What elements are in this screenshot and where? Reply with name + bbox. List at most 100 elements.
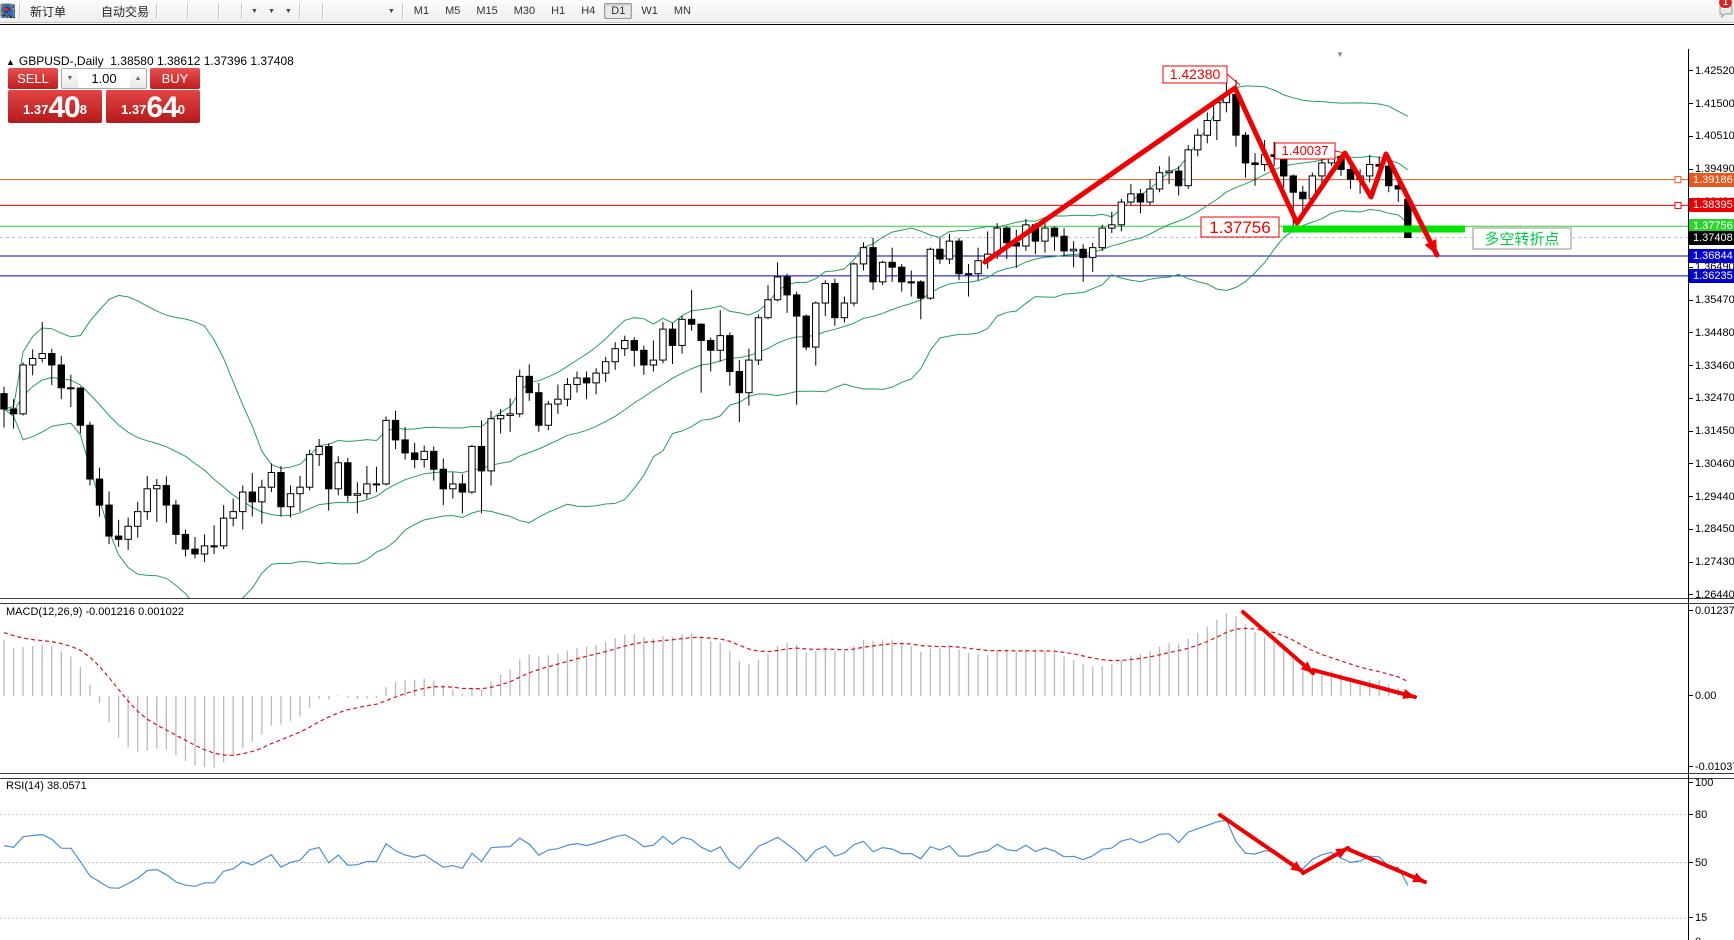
rsi-tick-0: 0 [1689, 936, 1701, 940]
toolbar-separator [299, 3, 300, 19]
mt4-window: { "toolbar": { "items": [ {"n":"chart-wi… [0, 0, 1734, 940]
notifications-icon[interactable]: 1 [1718, 1, 1726, 21]
profiles-icon[interactable] [78, 1, 86, 21]
price-tick-1.40510: 1.40510 [1689, 130, 1734, 143]
cursor-button[interactable] [303, 1, 311, 21]
timeframe-d1-button[interactable]: D1 [604, 3, 632, 19]
price-tag-1.37408: 1.37408 [1689, 231, 1734, 245]
rsi-arrow-1[interactable] [1220, 815, 1303, 872]
price-axis[interactable]: 1.425201.415001.405101.394901.384801.374… [1689, 49, 1734, 598]
price-tick-1.33460: 1.33460 [1689, 360, 1734, 373]
crosshair-button[interactable] [311, 1, 319, 21]
candlestick-chart-button[interactable] [168, 1, 176, 21]
equidistant-channel-button[interactable]: E [350, 1, 358, 21]
text-button[interactable]: A [366, 1, 374, 21]
bar-chart-button[interactable] [160, 1, 168, 21]
price-tick-1.32470: 1.32470 [1689, 392, 1734, 405]
volume-input[interactable]: 1.00 [78, 69, 130, 88]
macd-tick--0.010374: -0.010374 [1689, 761, 1734, 774]
styler-icon[interactable] [70, 1, 78, 21]
macd-down-arrow-1[interactable] [1243, 612, 1313, 673]
trendline-button[interactable] [342, 1, 350, 21]
price-tick-1.35470: 1.35470 [1689, 294, 1734, 307]
turning-point-note[interactable]: 多空转折点 [1473, 228, 1571, 249]
toolbar-separator [322, 3, 323, 19]
price-tick-1.41500: 1.41500 [1689, 98, 1734, 111]
vertical-line-button[interactable] [326, 1, 334, 21]
zoom-out-button[interactable] [199, 1, 207, 21]
toolbar-separator [402, 3, 403, 19]
timeframe-m15-button[interactable]: M15 [469, 3, 504, 19]
text-label-button[interactable]: T [374, 1, 382, 21]
timeframe-h1-button[interactable]: H1 [544, 3, 572, 19]
chart-shift-button[interactable] [230, 1, 238, 21]
horizontal-line-1.38395[interactable] [0, 202, 1688, 208]
rsi-arrow-2[interactable] [1303, 848, 1348, 873]
zoom-in-button[interactable] [191, 1, 199, 21]
line-chart-button[interactable] [176, 1, 184, 21]
rsi-arrow-3[interactable] [1350, 850, 1425, 882]
collapse-panel-icon[interactable]: ▲ [6, 57, 15, 67]
timeframe-w1-button[interactable]: W1 [634, 3, 665, 19]
sell-price-button[interactable]: 1.37408 [8, 90, 102, 123]
auto-scroll-button[interactable] [222, 1, 230, 21]
main-toolbar: 新订单自动交易▼▼▼EFAT▼M1M5M15M30H1H4D1W1MN1 [0, 0, 1734, 23]
macd-tick-0.012372: 0.012372 [1689, 605, 1734, 618]
timeframe-h4-button[interactable]: H4 [574, 3, 602, 19]
ohlc-values: 1.38580 1.38612 1.37396 1.37408 [110, 54, 294, 68]
fibonacci-button[interactable]: F [358, 1, 366, 21]
timeframe-m5-button[interactable]: M5 [438, 3, 467, 19]
buy-price-button[interactable]: 1.37640 [106, 90, 200, 123]
scroll-marker-icon[interactable]: ▼ [1336, 50, 1344, 59]
buy-price-small: 1.37 [121, 97, 146, 123]
toolbar-separator [218, 3, 219, 19]
auto-trading-button[interactable]: 自动交易 [94, 1, 153, 21]
pane-divider-macd[interactable] [0, 598, 1734, 604]
support-price-label[interactable]: 1.37756 [1201, 217, 1279, 237]
sell-button[interactable]: SELL [8, 68, 58, 89]
new-order-button[interactable]: 新订单 [23, 1, 70, 21]
sell-price-sup: 8 [80, 90, 87, 130]
pane-divider-rsi[interactable] [0, 773, 1734, 779]
bounce-price-label[interactable]: 1.40037 [1275, 143, 1335, 159]
price-tick-1.34480: 1.34480 [1689, 327, 1734, 340]
timeframe-m30-button[interactable]: M30 [507, 3, 542, 19]
macd-pane [0, 603, 1688, 773]
toolbar-separator [19, 3, 20, 19]
horizontal-line-button[interactable] [334, 1, 342, 21]
macd-histogram [4, 613, 1408, 767]
rsi-tick-100: 100 [1689, 777, 1713, 790]
volume-down-button[interactable]: ▼ [62, 69, 78, 88]
sell-price-big: 40 [48, 93, 79, 123]
templates-button[interactable]: ▼ [279, 1, 296, 21]
price-tick-1.29440: 1.29440 [1689, 491, 1734, 504]
timeframe-mn-button[interactable]: MN [667, 3, 698, 19]
periods-button[interactable]: ▼ [262, 1, 279, 21]
svg-text:1.37756: 1.37756 [1209, 218, 1270, 237]
indicators-button[interactable]: ▼ [245, 1, 262, 21]
rsi-tick-50: 50 [1689, 857, 1707, 870]
macd-down-arrow-2[interactable] [1313, 670, 1415, 699]
price-pane: 1.42380 1.40037 1.37756 多空转折点 [0, 49, 1688, 598]
macd-label: MACD(12,26,9) -0.001216 0.001022 [6, 606, 184, 618]
signals-icon[interactable] [86, 1, 94, 21]
macd-axis[interactable]: 0.0123720.00-0.010374 [1689, 603, 1734, 773]
svg-text:多空转折点: 多空转折点 [1484, 231, 1559, 248]
rsi-tick-80: 80 [1689, 809, 1707, 822]
horizontal-line-1.39186[interactable] [0, 177, 1688, 183]
price-tick-1.28450: 1.28450 [1689, 523, 1734, 536]
rsi-pane [0, 777, 1688, 940]
svg-text:1.40037: 1.40037 [1282, 143, 1329, 158]
toolbar-separator [156, 3, 157, 19]
arrows-button[interactable]: ▼ [382, 1, 399, 21]
rsi-line [4, 820, 1408, 888]
chart-window: 1.423801.400371.37756多空转折点 ▲GBPUSD-,Dail… [0, 24, 1734, 940]
volume-up-button[interactable]: ▲ [130, 69, 146, 88]
buy-button[interactable]: BUY [150, 68, 200, 89]
peak-price-label[interactable]: 1.42380 [1163, 66, 1227, 83]
timeframe-m1-button[interactable]: M1 [407, 3, 436, 19]
rsi-axis[interactable]: 100 80 50 15 0 [1689, 777, 1734, 940]
rsi-tick-15: 15 [1689, 912, 1707, 925]
search-icon[interactable] [1710, 1, 1718, 21]
tile-windows-button[interactable] [207, 1, 215, 21]
